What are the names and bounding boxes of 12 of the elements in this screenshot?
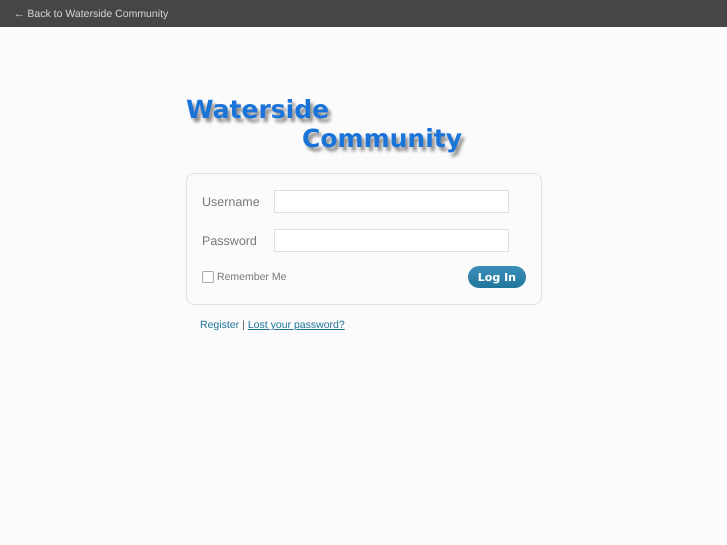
checkbox[interactable]	[202, 271, 214, 283]
lost-password-link[interactable]: Lost your password?	[248, 319, 345, 331]
login-button[interactable]: Log In	[468, 266, 526, 288]
separator: |	[242, 319, 245, 331]
logo-text: Community	[301, 124, 464, 153]
field-label: Password	[202, 234, 256, 248]
input-field[interactable]	[274, 229, 509, 252]
register-link[interactable]: Register	[200, 319, 240, 331]
logo-text: Waterside	[186, 95, 330, 124]
back-link[interactable]: ← Back to Waterside Community	[14, 8, 168, 20]
input-field[interactable]	[274, 190, 509, 213]
checkbox-label: Remember Me	[217, 271, 286, 283]
